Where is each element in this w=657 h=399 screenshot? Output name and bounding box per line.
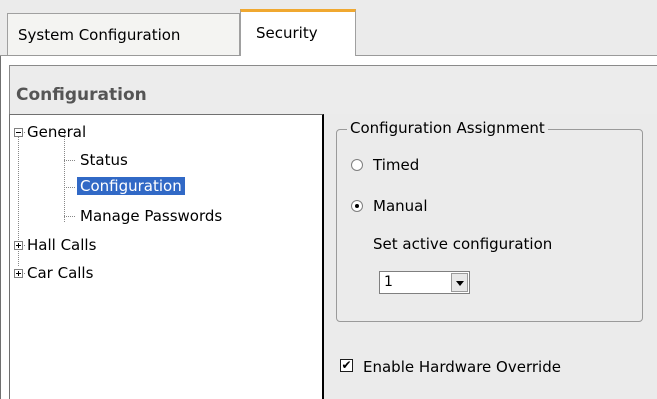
tree-connector bbox=[64, 187, 76, 188]
collapse-icon[interactable] bbox=[14, 128, 23, 137]
tree-node-car-calls[interactable]: Car Calls bbox=[27, 264, 93, 282]
tree-connector bbox=[64, 160, 76, 161]
dropdown-button[interactable] bbox=[451, 273, 468, 292]
tree-node-hall-calls[interactable]: Hall Calls bbox=[27, 236, 96, 254]
radio-label: Timed bbox=[373, 156, 420, 174]
checkbox-box[interactable]: ✔ bbox=[340, 359, 353, 372]
radio-selected-dot bbox=[355, 204, 359, 208]
configuration-assignment-group: Configuration Assignment Timed Manual Se… bbox=[336, 119, 643, 322]
tree-connector bbox=[64, 133, 65, 223]
group-legend: Configuration Assignment bbox=[347, 119, 548, 137]
expand-icon[interactable] bbox=[14, 241, 23, 250]
chevron-down-icon bbox=[456, 281, 464, 286]
tree-node-status[interactable]: Status bbox=[80, 151, 128, 169]
tree-connector bbox=[64, 216, 76, 217]
tab-label: Security bbox=[256, 24, 318, 42]
check-icon: ✔ bbox=[341, 358, 352, 372]
configuration-settings: Configuration Assignment Timed Manual Se… bbox=[326, 114, 657, 399]
checkbox-label: Enable Hardware Override bbox=[363, 358, 561, 376]
radio-circle[interactable] bbox=[351, 159, 363, 171]
plus-bar bbox=[18, 243, 19, 248]
tab-security[interactable]: Security bbox=[240, 9, 356, 57]
radio-label: Manual bbox=[373, 197, 428, 215]
minus-bar bbox=[16, 132, 21, 133]
expand-icon[interactable] bbox=[14, 269, 23, 278]
tab-label: System Configuration bbox=[18, 26, 181, 44]
tree-node-configuration[interactable]: Configuration bbox=[77, 177, 185, 195]
security-panel: Configuration General Status Configurati… bbox=[0, 56, 657, 399]
tab-bar: System Configuration Security bbox=[0, 0, 657, 57]
tab-system-configuration[interactable]: System Configuration bbox=[7, 13, 240, 55]
panel-title: Configuration bbox=[9, 65, 657, 121]
plus-bar bbox=[18, 271, 19, 276]
panel-content: General Status Configuration Manage Pass… bbox=[9, 114, 657, 399]
tree-node-manage-passwords[interactable]: Manage Passwords bbox=[80, 207, 222, 225]
selected-value: 1 bbox=[384, 274, 393, 290]
tree-node-general[interactable]: General bbox=[27, 123, 86, 141]
navigation-tree: General Status Configuration Manage Pass… bbox=[9, 114, 324, 399]
radio-circle[interactable] bbox=[351, 200, 363, 212]
active-configuration-select[interactable]: 1 bbox=[379, 271, 470, 294]
set-active-label: Set active configuration bbox=[373, 235, 553, 253]
